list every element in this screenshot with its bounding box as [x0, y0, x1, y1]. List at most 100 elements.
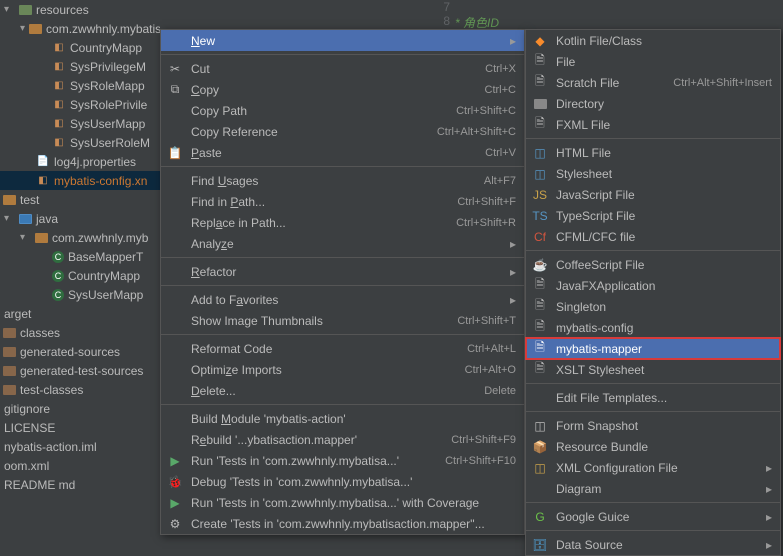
menu-cfml[interactable]: CfCFML/CFC file: [526, 226, 780, 247]
bundle-icon: 📦: [532, 440, 548, 454]
create-icon: ⚙: [167, 517, 183, 531]
line-number: 8: [430, 14, 450, 28]
menu-copy-path[interactable]: Copy PathCtrl+Shift+C: [161, 100, 524, 121]
tree-file-mybatis-config[interactable]: ◧mybatis-config.xn: [0, 171, 160, 190]
menu-new[interactable]: New▸: [161, 30, 524, 51]
xslt-icon: 🗎: [532, 359, 548, 380]
menu-js[interactable]: JSJavaScript File: [526, 184, 780, 205]
menu-find-in-path[interactable]: Find in Path...Ctrl+Shift+F: [161, 191, 524, 212]
tree-package[interactable]: ▾com.zwwhnly.myb: [0, 228, 160, 247]
css-icon: ◫: [532, 167, 548, 181]
ts-icon: TS: [532, 209, 548, 223]
menu-run-coverage[interactable]: ▶Run 'Tests in 'com.zwwhnly.mybatisa...'…: [161, 492, 524, 513]
tree-package[interactable]: ▾com.zwwhnly.mybatisaction.mapper: [0, 19, 160, 38]
tree-file[interactable]: ◧CountryMapp: [0, 38, 160, 57]
menu-kotlin[interactable]: ◆Kotlin File/Class: [526, 30, 780, 51]
menu-mybatis-config[interactable]: 🗎mybatis-config: [526, 317, 780, 338]
tree-class[interactable]: CSysUserMapp: [0, 285, 160, 304]
tree-class[interactable]: CCountryMapp: [0, 266, 160, 285]
tree-file[interactable]: ◧SysUserRoleM: [0, 133, 160, 152]
tree-file[interactable]: ◧SysPrivilegeM: [0, 57, 160, 76]
menu-reformat[interactable]: Reformat CodeCtrl+Alt+L: [161, 338, 524, 359]
kotlin-icon: ◆: [532, 34, 548, 48]
menu-javafx[interactable]: 🗎JavaFXApplication: [526, 275, 780, 296]
menu-replace-in-path[interactable]: Replace in Path...Ctrl+Shift+R: [161, 212, 524, 233]
tree-file-iml[interactable]: nybatis-action.iml: [0, 437, 160, 456]
tree-folder[interactable]: test-classes: [0, 380, 160, 399]
menu-form-snapshot[interactable]: ◫Form Snapshot: [526, 415, 780, 436]
menu-coffee[interactable]: ☕CoffeeScript File: [526, 254, 780, 275]
tree-folder[interactable]: classes: [0, 323, 160, 342]
editor-content: * 角色ID: [455, 0, 499, 31]
menu-scratch[interactable]: 🗎Scratch FileCtrl+Alt+Shift+Insert: [526, 72, 780, 93]
menu-xslt[interactable]: 🗎XSLT Stylesheet: [526, 359, 780, 380]
menu-html[interactable]: ◫HTML File: [526, 142, 780, 163]
menu-favorites[interactable]: Add to Favorites▸: [161, 289, 524, 310]
menu-delete[interactable]: Delete...Delete: [161, 380, 524, 401]
menu-refactor[interactable]: Refactor▸: [161, 261, 524, 282]
html-icon: ◫: [532, 146, 548, 160]
javafx-icon: 🗎: [532, 275, 548, 296]
debug-icon: 🐞: [167, 475, 183, 489]
new-submenu: ◆Kotlin File/Class 🗎File 🗎Scratch FileCt…: [525, 29, 781, 556]
tree-file[interactable]: ◧SysRolePrivile: [0, 95, 160, 114]
menu-stylesheet[interactable]: ◫Stylesheet: [526, 163, 780, 184]
menu-fxml[interactable]: 🗎FXML File: [526, 114, 780, 135]
tree-folder-target[interactable]: arget: [0, 304, 160, 323]
tree-file[interactable]: ◧SysRoleMapp: [0, 76, 160, 95]
properties-icon: 📄: [36, 155, 50, 169]
menu-mybatis-mapper[interactable]: 🗎mybatis-mapper: [526, 338, 780, 359]
menu-google-guice[interactable]: GGoogle Guice▸: [526, 506, 780, 527]
database-icon: 🗄: [532, 538, 548, 552]
tree-folder-java[interactable]: ▾java: [0, 209, 160, 228]
menu-directory[interactable]: Directory: [526, 93, 780, 114]
tree-file-readme[interactable]: README md: [0, 475, 160, 494]
menu-run-tests[interactable]: ▶Run 'Tests in 'com.zwwhnly.mybatisa...'…: [161, 450, 524, 471]
menu-thumbnails[interactable]: Show Image ThumbnailsCtrl+Shift+T: [161, 310, 524, 331]
mybatis-icon: 🗎: [532, 317, 548, 338]
menu-copy-reference[interactable]: Copy ReferenceCtrl+Alt+Shift+C: [161, 121, 524, 142]
tree-class[interactable]: CBaseMapperT: [0, 247, 160, 266]
tree-file-license[interactable]: LICENSE: [0, 418, 160, 437]
tree-file-gitignore[interactable]: gitignore: [0, 399, 160, 418]
tree-file-log4j[interactable]: 📄log4j.properties: [0, 152, 160, 171]
guice-icon: G: [532, 510, 548, 524]
menu-resource-bundle[interactable]: 📦Resource Bundle: [526, 436, 780, 457]
fxml-icon: 🗎: [532, 114, 548, 135]
menu-rebuild[interactable]: Rebuild '...ybatisaction.mapper'Ctrl+Shi…: [161, 429, 524, 450]
tree-folder-resources[interactable]: ▾resources: [0, 0, 160, 19]
run-icon: ▶: [167, 454, 183, 468]
menu-create-tests[interactable]: ⚙Create 'Tests in 'com.zwwhnly.mybatisac…: [161, 513, 524, 534]
menu-xml-config[interactable]: ◫XML Configuration File▸: [526, 457, 780, 478]
context-menu: New▸ ✂CutCtrl+X ⧉CopyCtrl+C Copy PathCtr…: [160, 29, 525, 535]
cfml-icon: Cf: [532, 230, 548, 244]
cut-icon: ✂: [167, 62, 183, 76]
coffee-icon: ☕: [532, 258, 548, 272]
coverage-icon: ▶: [167, 496, 183, 510]
paste-icon: 📋: [167, 146, 183, 160]
tree-file[interactable]: ◧SysUserMapp: [0, 114, 160, 133]
menu-data-source[interactable]: 🗄Data Source▸: [526, 534, 780, 555]
tree-folder-test[interactable]: test: [0, 190, 160, 209]
menu-copy[interactable]: ⧉CopyCtrl+C: [161, 79, 524, 100]
xml-icon: ◫: [532, 461, 548, 475]
tree-folder[interactable]: generated-test-sources: [0, 361, 160, 380]
project-tree[interactable]: ▾resources ▾com.zwwhnly.mybatisaction.ma…: [0, 0, 160, 494]
tree-folder[interactable]: generated-sources: [0, 342, 160, 361]
scratch-icon: 🗎: [532, 72, 548, 93]
menu-paste[interactable]: 📋PasteCtrl+V: [161, 142, 524, 163]
menu-build-module[interactable]: Build Module 'mybatis-action': [161, 408, 524, 429]
menu-debug-tests[interactable]: 🐞Debug 'Tests in 'com.zwwhnly.mybatisa..…: [161, 471, 524, 492]
menu-diagram[interactable]: Diagram▸: [526, 478, 780, 499]
menu-optimize-imports[interactable]: Optimize ImportsCtrl+Alt+O: [161, 359, 524, 380]
form-icon: ◫: [532, 419, 548, 433]
menu-singleton[interactable]: 🗎Singleton: [526, 296, 780, 317]
menu-analyze[interactable]: Analyze▸: [161, 233, 524, 254]
menu-find-usages[interactable]: Find UsagesAlt+F7: [161, 170, 524, 191]
singleton-icon: 🗎: [532, 296, 548, 317]
menu-file[interactable]: 🗎File: [526, 51, 780, 72]
menu-ts[interactable]: TSTypeScript File: [526, 205, 780, 226]
tree-file-pom[interactable]: oom.xml: [0, 456, 160, 475]
menu-edit-templates[interactable]: Edit File Templates...: [526, 387, 780, 408]
menu-cut[interactable]: ✂CutCtrl+X: [161, 58, 524, 79]
